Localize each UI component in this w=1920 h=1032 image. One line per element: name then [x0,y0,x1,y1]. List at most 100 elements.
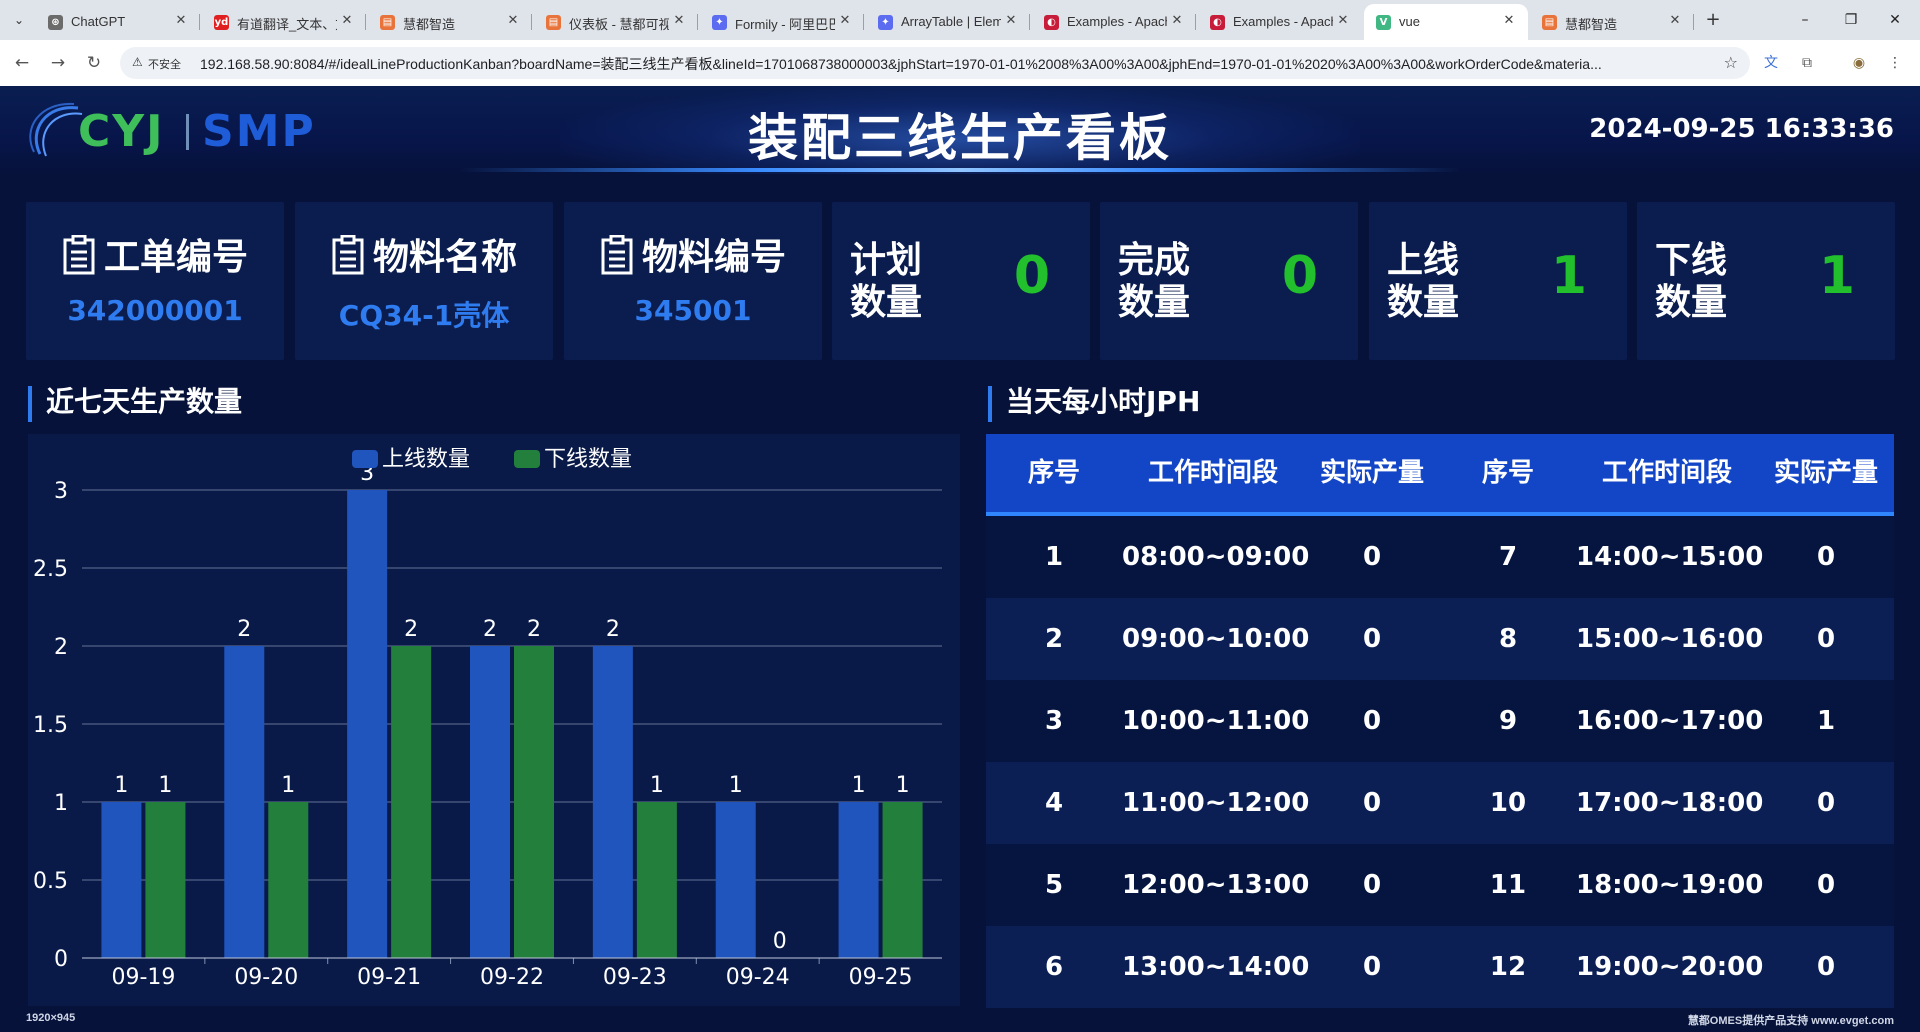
card-label: 上线数量 [1387,240,1460,323]
bar-offline [882,802,923,958]
card-value: 345001 [634,294,752,327]
y-tick-label: 0 [54,947,68,972]
tab-close-icon[interactable]: ✕ [836,12,854,30]
not-secure-label[interactable]: 不安全 [148,56,181,72]
table-cell: 10 [1489,788,1527,818]
tab-title[interactable]: vue [1399,14,1499,29]
browser-tab[interactable]: ◐ Examples - Apache✕ [1198,4,1362,40]
browser-tab[interactable]: ◐ Examples - Apache✕ [1032,4,1196,40]
tab-title[interactable]: 慧都智造 [403,14,503,33]
browser-tab[interactable]: ✦ Formily - 阿里巴巴 ✕ [700,4,864,40]
legend-swatch [352,450,378,468]
resolution-label: 1920×945 [26,1012,76,1024]
tab-title[interactable]: Formily - 阿里巴巴 [735,14,835,33]
table-cell: 09:00~10:00 [1122,624,1310,654]
reload-icon[interactable]: ↻ [82,51,106,75]
huidu-icon: ▤ [380,15,395,30]
new-tab-plus-icon[interactable]: + [1702,10,1724,32]
tab-title[interactable]: 仪表板 - 慧都可视 [569,14,669,33]
y-tick-label: 2 [54,635,68,660]
forward-arrow-icon[interactable]: → [46,51,70,75]
browser-tab[interactable]: Vvue ✕ [1364,4,1528,40]
translate-icon[interactable]: 文 [1760,52,1782,74]
browser-tab[interactable]: ▤ 慧都智造 ✕ [368,4,532,40]
minimize-icon[interactable]: – [1790,8,1820,32]
browser-tab[interactable]: ⊛ ChatGPT ✕ [36,4,200,40]
tab-close-icon[interactable]: ✕ [504,12,522,30]
table-cell: 6 [1044,952,1064,982]
browser-menu-icon[interactable]: ⋮ [1884,52,1906,74]
card-material-code: 物料编号 345001 [564,202,822,360]
back-arrow-icon[interactable]: ← [10,51,34,75]
browser-tab[interactable]: yd 有道翻译_文本、文✕ [202,4,366,40]
browser-tab[interactable]: ▤ 仪表板 - 慧都可视 ✕ [534,4,698,40]
table-header-row: 序号 工作时间段 实际产量 序号 工作时间段 实际产量 [986,434,1894,516]
table-cell: 15:00~16:00 [1576,624,1764,654]
tab-close-icon[interactable]: ✕ [1334,12,1352,30]
tab-separator [531,14,532,30]
bar-offline [145,802,186,958]
bar-data-label: 1 [729,773,743,798]
tab-close-icon[interactable]: ✕ [670,12,688,30]
restore-icon[interactable]: ❐ [1836,8,1866,32]
tab-separator [863,14,864,30]
bar-chart-svg: 00.511.522.531 109-192109-203209-212 209-2… [33,447,942,990]
bar-online [470,646,510,958]
page-title: 装配三线生产看板 [748,109,1172,167]
browser-tab[interactable]: ✦ ArrayTable | Eleme ✕ [866,4,1030,40]
y-tick-label: 1.5 [33,713,68,738]
logo-text-smp: SMP [202,106,316,157]
tab-close-icon[interactable]: ✕ [338,12,356,30]
card-label: 物料编号 [641,237,786,278]
company-logo: CYJ SMP [26,100,366,160]
card-value: CQ34-1壳体 [338,299,510,332]
tab-title[interactable]: ArrayTable | Eleme [901,14,1001,29]
tab-close-icon[interactable]: ✕ [1002,12,1020,30]
url-text[interactable]: 192.168.58.90:8084/#/idealLineProduction… [200,54,1730,74]
tab-title[interactable]: Examples - Apache [1067,14,1167,29]
tab-separator [1195,14,1196,30]
warning-triangle-icon[interactable]: ⚠ [132,55,143,69]
tab-title[interactable]: ChatGPT [71,14,171,29]
address-bar[interactable]: ⚠ 不安全 192.168.58.90:8084/#/idealLineProd… [120,47,1750,79]
formily-icon: ✦ [712,15,727,30]
browser-tab[interactable]: ▤ 慧都智造 ✕ [1530,4,1694,40]
column-header: 实际产量 [1319,458,1424,488]
table-cell: 0 [1362,870,1382,900]
seven-day-production-chart: 0 0.5 1 1.5 2 2.5 3 1 1 09-19 2 1 09-20 3 2 09-21 2 2 09-2… [28,434,960,1006]
table-cell: 11 [1489,870,1527,900]
tab-close-icon[interactable]: ✕ [172,12,190,30]
card-value: 1 [1818,246,1855,306]
tab-title[interactable]: Examples - Apache [1233,14,1333,29]
tab-separator [199,14,200,30]
profile-avatar-icon[interactable]: ◉ [1848,52,1870,74]
extensions-puzzle-icon[interactable]: ⧉ [1796,52,1818,74]
table-cell: 12:00~13:00 [1122,870,1310,900]
bar-data-label: 2 [606,617,620,642]
card-value: 0 [1013,246,1050,306]
bar-data-label: 1 [281,773,295,798]
y-tick-label: 1 [54,791,68,816]
bar-data-label: 2 [483,617,497,642]
table-cell: 11:00~12:00 [1122,788,1310,818]
tab-close-icon[interactable]: ✕ [1168,12,1186,30]
bookmark-star-icon[interactable]: ☆ [1724,53,1738,72]
table-cell: 9 [1498,706,1518,736]
tab-search-chevron-icon[interactable]: ⌄ [8,9,30,31]
table-cell: 16:00~17:00 [1576,706,1764,736]
logo-divider [186,114,189,150]
legend-swatch [514,450,540,468]
table-row: 4 11:00~12:00 0 10 17:00~18:00 0 [986,762,1894,844]
tab-close-icon[interactable]: ✕ [1666,12,1684,30]
table-cell: 0 [1362,788,1382,818]
table-cell: 12 [1489,952,1527,982]
tab-title[interactable]: 慧都智造 [1565,14,1665,33]
table-cell: 18:00~19:00 [1576,870,1764,900]
close-window-icon[interactable]: ✕ [1880,8,1910,32]
tab-close-icon[interactable]: ✕ [1500,12,1518,30]
tab-separator [1029,14,1030,30]
bar-online [838,802,879,958]
table-section-title: 当天每小时JPH [988,386,1200,422]
tab-title[interactable]: 有道翻译_文本、文 [237,14,337,33]
column-header: 工作时间段 [1147,458,1278,488]
